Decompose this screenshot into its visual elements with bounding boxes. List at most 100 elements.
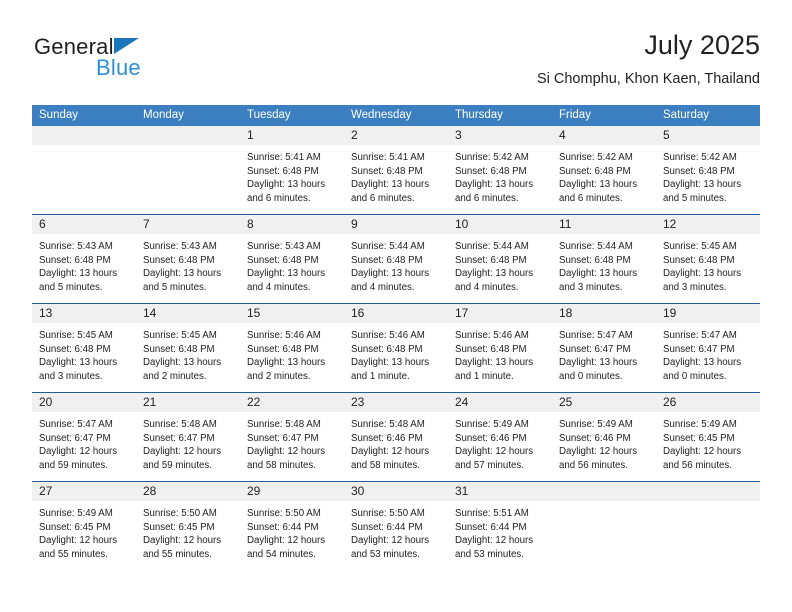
day-cell[interactable]: 28 Sunrise: 5:50 AM Sunset: 6:45 PM Dayligh… (136, 482, 240, 570)
day-cell-details: Sunrise: 5:49 AM Sunset: 6:45 PM Daylight:… (32, 501, 136, 561)
day-detail-line: and 58 minutes. (351, 459, 420, 471)
day-cell[interactable]: 6 Sunrise: 5:43 AM Sunset: 6:48 PM Daylight… (32, 215, 136, 303)
day-of-week-monday: Monday (143, 109, 184, 121)
calendar-week-cells: 6 Sunrise: 5:43 AM Sunset: 6:48 PM Daylight… (32, 215, 760, 303)
day-cell[interactable]: 3 Sunrise: 5:42 AM Sunset: 6:48 PM Daylight… (448, 126, 552, 214)
day-detail-line: Sunrise: 5:44 AM (455, 241, 529, 252)
day-cell[interactable]: 2 Sunrise: 5:41 AM Sunset: 6:48 PM Daylight… (344, 126, 448, 214)
day-number-band: 18 (552, 304, 656, 323)
day-detail-line: Sunset: 6:48 PM (455, 254, 527, 266)
day-number-band: 22 (240, 393, 344, 412)
logo-text-blue: Blue (96, 55, 141, 80)
day-number-band: 10 (448, 215, 552, 234)
day-detail-line: and 54 minutes. (247, 548, 316, 560)
day-cell[interactable]: 31 Sunrise: 5:51 AM Sunset: 6:44 PM Dayligh… (448, 482, 552, 570)
calendar-week-cells: 13 Sunrise: 5:45 AM Sunset: 6:48 PM Dayligh… (32, 304, 760, 392)
day-detail-line: Sunset: 6:45 PM (143, 521, 215, 533)
day-cell[interactable]: 8 Sunrise: 5:43 AM Sunset: 6:48 PM Daylight… (240, 215, 344, 303)
day-detail-line: Daylight: 12 hours (455, 446, 534, 458)
day-cell-details: Sunrise: 5:44 AM Sunset: 6:48 PM Daylight:… (552, 234, 656, 294)
day-cell[interactable]: 30 Sunrise: 5:50 AM Sunset: 6:44 PM Dayligh… (344, 482, 448, 570)
day-cell[interactable]: 25 Sunrise: 5:49 AM Sunset: 6:46 PM Dayligh… (552, 393, 656, 481)
day-of-week-tuesday: Tuesday (247, 109, 291, 121)
day-cell[interactable]: 5 Sunrise: 5:42 AM Sunset: 6:48 PM Daylight… (656, 126, 760, 214)
day-detail-line: and 0 minutes. (559, 370, 623, 382)
day-number-band: 26 (656, 393, 760, 412)
calendar-week-row: 27 Sunrise: 5:49 AM Sunset: 6:45 PM Dayligh… (32, 481, 760, 570)
day-number: 28 (143, 484, 157, 498)
day-cell-details: Sunrise: 5:50 AM Sunset: 6:45 PM Daylight:… (136, 501, 240, 561)
day-cell[interactable]: 7 Sunrise: 5:43 AM Sunset: 6:48 PM Daylight… (136, 215, 240, 303)
day-cell[interactable]: 12 Sunrise: 5:45 AM Sunset: 6:48 PM Dayligh… (656, 215, 760, 303)
general-blue-logo[interactable]: General Blue (34, 34, 234, 90)
day-cell[interactable]: 13 Sunrise: 5:45 AM Sunset: 6:48 PM Dayligh… (32, 304, 136, 392)
day-cell[interactable]: 20 Sunrise: 5:47 AM Sunset: 6:47 PM Dayligh… (32, 393, 136, 481)
day-detail-line: Sunrise: 5:49 AM (39, 508, 113, 519)
day-of-week-saturday: Saturday (663, 109, 710, 121)
day-number-band: 29 (240, 482, 344, 501)
day-cell[interactable]: 22 Sunrise: 5:48 AM Sunset: 6:47 PM Dayligh… (240, 393, 344, 481)
day-cell[interactable]: 14 Sunrise: 5:45 AM Sunset: 6:48 PM Dayligh… (136, 304, 240, 392)
day-number: 12 (663, 217, 677, 231)
day-detail-line: and 4 minutes. (455, 281, 519, 293)
day-cell[interactable]: 26 Sunrise: 5:49 AM Sunset: 6:45 PM Dayligh… (656, 393, 760, 481)
day-number: 9 (351, 217, 358, 231)
day-cell[interactable]: 16 Sunrise: 5:46 AM Sunset: 6:48 PM Dayligh… (344, 304, 448, 392)
day-detail-line: Daylight: 13 hours (455, 179, 534, 191)
day-cell[interactable]: 27 Sunrise: 5:49 AM Sunset: 6:45 PM Dayligh… (32, 482, 136, 570)
day-number-band: 1 (240, 126, 344, 145)
day-detail-line: Daylight: 13 hours (143, 357, 222, 369)
day-detail-line: and 3 minutes. (39, 370, 103, 382)
day-detail-line: Sunrise: 5:43 AM (143, 241, 217, 252)
day-cell[interactable]: 21 Sunrise: 5:48 AM Sunset: 6:47 PM Dayligh… (136, 393, 240, 481)
day-cell-details: Sunrise: 5:46 AM Sunset: 6:48 PM Daylight:… (448, 323, 552, 383)
day-detail-line: Sunset: 6:48 PM (143, 343, 215, 355)
day-detail-line: and 1 minute. (351, 370, 410, 382)
day-detail-line: Sunset: 6:48 PM (663, 165, 735, 177)
day-detail-line: Sunrise: 5:42 AM (559, 152, 633, 163)
day-detail-line: and 53 minutes. (351, 548, 420, 560)
day-detail-line: Daylight: 13 hours (455, 268, 534, 280)
day-number-band: 6 (32, 215, 136, 234)
day-detail-line: Sunset: 6:48 PM (351, 165, 423, 177)
day-number: 16 (351, 306, 365, 320)
day-cell-details (32, 145, 136, 151)
day-cell[interactable]: 19 Sunrise: 5:47 AM Sunset: 6:47 PM Dayligh… (656, 304, 760, 392)
day-cell-details: Sunrise: 5:43 AM Sunset: 6:48 PM Daylight:… (32, 234, 136, 294)
day-cell[interactable]: 4 Sunrise: 5:42 AM Sunset: 6:48 PM Daylight… (552, 126, 656, 214)
day-cell[interactable]: 10 Sunrise: 5:44 AM Sunset: 6:48 PM Dayligh… (448, 215, 552, 303)
day-detail-line: Daylight: 13 hours (455, 357, 534, 369)
day-cell-empty (136, 126, 240, 214)
day-detail-line: Sunset: 6:48 PM (559, 254, 631, 266)
day-detail-line: Daylight: 12 hours (351, 535, 430, 547)
day-number: 19 (663, 306, 677, 320)
day-cell[interactable]: 23 Sunrise: 5:48 AM Sunset: 6:46 PM Dayligh… (344, 393, 448, 481)
day-detail-line: and 56 minutes. (663, 459, 732, 471)
day-cell[interactable]: 24 Sunrise: 5:49 AM Sunset: 6:46 PM Dayligh… (448, 393, 552, 481)
day-cell-details: Sunrise: 5:48 AM Sunset: 6:46 PM Daylight:… (344, 412, 448, 472)
day-cell[interactable]: 11 Sunrise: 5:44 AM Sunset: 6:48 PM Dayligh… (552, 215, 656, 303)
day-cell[interactable]: 9 Sunrise: 5:44 AM Sunset: 6:48 PM Daylight… (344, 215, 448, 303)
day-cell-empty (32, 126, 136, 214)
day-cell[interactable]: 29 Sunrise: 5:50 AM Sunset: 6:44 PM Dayligh… (240, 482, 344, 570)
day-cell[interactable]: 1 Sunrise: 5:41 AM Sunset: 6:48 PM Daylight… (240, 126, 344, 214)
day-detail-line: Sunset: 6:48 PM (247, 254, 319, 266)
calendar-week-row: 20 Sunrise: 5:47 AM Sunset: 6:47 PM Dayligh… (32, 392, 760, 481)
day-number: 11 (559, 217, 572, 231)
day-detail-line: Sunset: 6:48 PM (455, 343, 527, 355)
day-number-band (656, 482, 760, 501)
day-number-band: 9 (344, 215, 448, 234)
day-cell-details: Sunrise: 5:49 AM Sunset: 6:45 PM Daylight:… (656, 412, 760, 472)
day-cell[interactable]: 17 Sunrise: 5:46 AM Sunset: 6:48 PM Dayligh… (448, 304, 552, 392)
day-cell-details (136, 145, 240, 151)
day-cell[interactable]: 18 Sunrise: 5:47 AM Sunset: 6:47 PM Dayligh… (552, 304, 656, 392)
day-detail-line: Daylight: 12 hours (143, 535, 222, 547)
day-cell[interactable]: 15 Sunrise: 5:46 AM Sunset: 6:48 PM Dayligh… (240, 304, 344, 392)
day-detail-line: Sunset: 6:48 PM (247, 165, 319, 177)
day-detail-line: Sunrise: 5:46 AM (455, 330, 529, 341)
calendar-week-row: 1 Sunrise: 5:41 AM Sunset: 6:48 PM Daylight… (32, 126, 760, 214)
day-detail-line: Daylight: 13 hours (663, 179, 742, 191)
day-cell-empty (552, 482, 656, 570)
day-detail-line: Sunset: 6:47 PM (247, 432, 319, 444)
day-detail-line: Sunrise: 5:51 AM (455, 508, 529, 519)
